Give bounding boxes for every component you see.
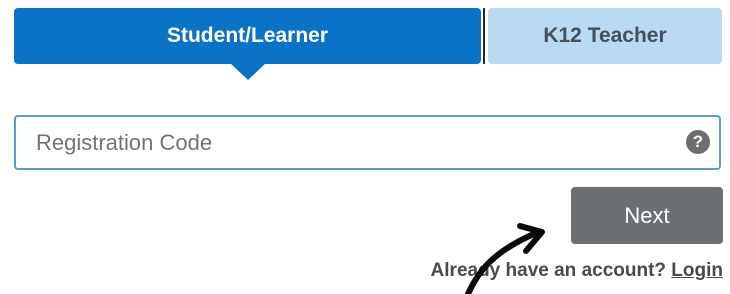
question-circle-icon[interactable]: ?: [686, 130, 710, 154]
active-tab-indicator: [230, 63, 266, 80]
next-button[interactable]: Next: [571, 187, 723, 244]
registration-code-input[interactable]: [16, 117, 676, 168]
next-button-label: Next: [624, 202, 670, 228]
tab-divider: [483, 8, 485, 64]
tab-student-learner[interactable]: Student/Learner: [14, 8, 481, 64]
help-glyph: ?: [692, 132, 704, 151]
tab-k12-teacher-label: K12 Teacher: [543, 24, 667, 47]
login-prompt: Already have an account? Login: [431, 260, 723, 282]
registration-code-field: ?: [14, 115, 721, 170]
login-link[interactable]: Login: [671, 260, 723, 281]
tab-student-learner-label: Student/Learner: [166, 24, 329, 47]
tab-k12-teacher[interactable]: K12 Teacher: [488, 8, 722, 64]
login-prompt-text: Already have an account?: [430, 260, 667, 281]
